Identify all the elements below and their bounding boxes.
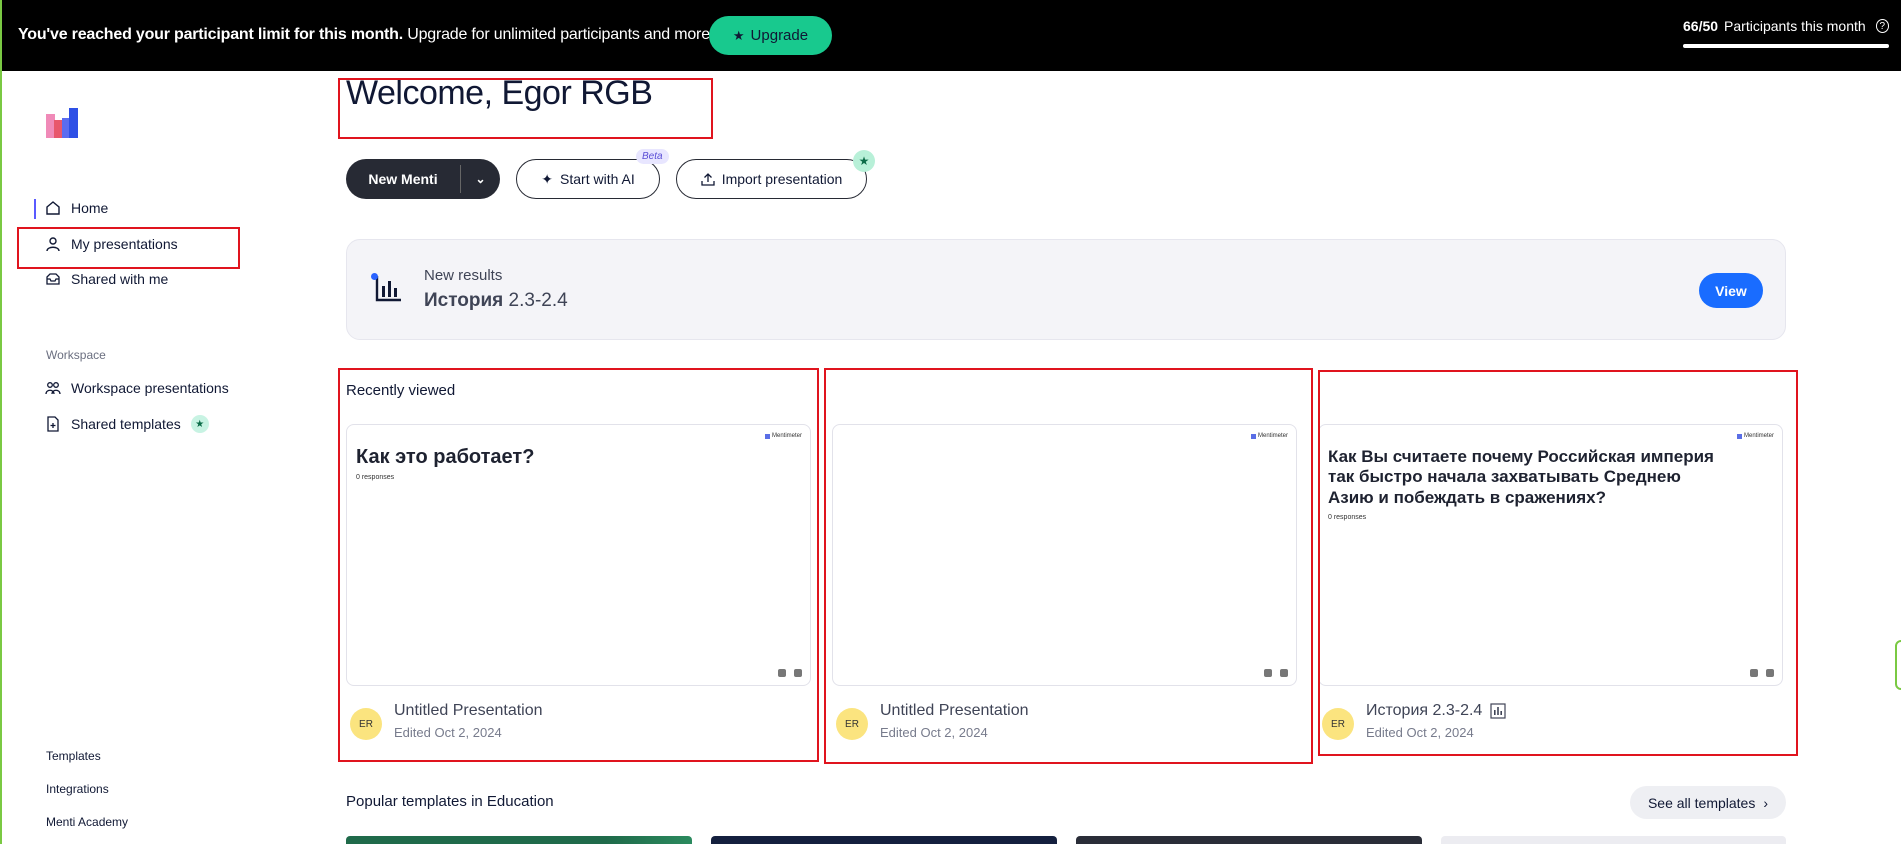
new-results-card[interactable]: New results История 2.3-2.4 View — [346, 239, 1786, 340]
person-icon — [794, 669, 802, 677]
avatar: ER — [350, 708, 382, 740]
import-presentation-label: Import presentation — [721, 171, 843, 187]
chevron-down-icon[interactable]: ⌄ — [461, 172, 500, 186]
workspace-heading: Workspace — [46, 348, 106, 362]
start-with-ai-label: Start with AI — [560, 171, 635, 187]
person-icon — [1280, 669, 1288, 677]
presentation-edited-date: Edited Oct 2, 2024 — [394, 725, 502, 740]
sidebar-item-shared-with-me[interactable]: Shared with me — [45, 271, 168, 287]
participant-limit-banner: You've reached your participant limit fo… — [2, 0, 1901, 71]
limit-count: 66/50 — [1683, 18, 1719, 34]
welcome-heading: Welcome, Egor RGB — [346, 74, 653, 112]
see-all-templates-button[interactable]: See all templates › — [1630, 786, 1786, 819]
sidebar-item-home[interactable]: Home — [45, 200, 108, 216]
import-presentation-button[interactable]: Import presentation — [676, 159, 867, 199]
template-card[interactable] — [1076, 836, 1422, 844]
results-chart-icon — [375, 276, 401, 302]
group-icon — [45, 382, 61, 395]
chevron-right-icon: › — [1763, 794, 1769, 811]
see-all-label: See all templates — [1647, 794, 1756, 811]
slide-question: Как Вы считаете почему Российская импери… — [1328, 447, 1728, 523]
presentation-edited-date: Edited Oct 2, 2024 — [880, 725, 988, 740]
home-icon — [46, 201, 60, 215]
popular-templates-heading: Popular templates in Education — [346, 793, 554, 810]
user-icon — [46, 237, 60, 252]
presentation-thumbnail[interactable]: Mentimeter Как это работает? 0 responses — [346, 424, 811, 686]
sidebar-item-shared-templates[interactable]: Shared templates ★ — [45, 415, 209, 433]
mentimeter-brand: Mentimeter — [1736, 433, 1774, 439]
help-icon[interactable]: ? — [1875, 19, 1889, 33]
presentation-edited-date: Edited Oct 2, 2024 — [1366, 725, 1474, 740]
template-card[interactable] — [1441, 836, 1786, 844]
results-label: New results — [424, 267, 503, 284]
limit-progress-bar — [1683, 44, 1889, 48]
sidebar-item-label: Home — [71, 200, 109, 216]
presentation-thumbnail[interactable]: Mentimeter Как Вы считаете почему Россий… — [1318, 424, 1783, 686]
avatar: ER — [836, 708, 868, 740]
template-card[interactable] — [346, 836, 692, 844]
banner-message: You've reached your participant limit fo… — [18, 26, 715, 43]
slide-responses: 0 responses — [356, 474, 395, 481]
feedback-tab[interactable] — [1895, 640, 1901, 690]
star-icon: ★ — [732, 27, 745, 43]
presentation-name: История 2.3-2.4 — [1366, 702, 1506, 720]
mentimeter-logo[interactable] — [46, 108, 78, 138]
presentation-card[interactable]: Mentimeter ER Untitled Presentation Edit… — [832, 424, 1297, 762]
sidebar-item-label: Shared templates — [71, 416, 181, 432]
start-with-ai-button[interactable]: ✦ Start with AI — [516, 159, 660, 199]
limit-label: Participants this month — [1724, 18, 1866, 34]
templates-link[interactable]: Templates — [46, 749, 101, 763]
sidebar-item-my-presentations[interactable]: My presentations — [45, 236, 178, 252]
upload-icon — [701, 173, 715, 186]
results-title: История 2.3-2.4 — [424, 290, 568, 311]
nav-active-indicator — [34, 199, 36, 219]
sidebar-item-label: Workspace presentations — [71, 380, 229, 396]
new-menti-button[interactable]: New Menti ⌄ — [346, 159, 500, 199]
presentation-name: Untitled Presentation — [394, 702, 543, 719]
template-card[interactable] — [711, 836, 1057, 844]
new-menti-label: New Menti — [368, 171, 438, 187]
results-chart-icon — [1490, 703, 1506, 719]
inbox-icon — [46, 273, 60, 285]
menti-academy-link[interactable]: Menti Academy — [46, 815, 128, 829]
slide-responses: 0 responses — [1328, 514, 1367, 522]
view-results-button[interactable]: View — [1699, 273, 1763, 308]
new-star-icon: ★ — [190, 415, 209, 433]
participant-limit: 66/50 Participants this month ? — [1683, 18, 1889, 48]
presentation-card[interactable]: Mentimeter Как это работает? 0 responses … — [346, 424, 811, 762]
new-indicator-dot — [371, 273, 378, 280]
star-icon: ★ — [853, 150, 875, 172]
mentimeter-brand: Mentimeter — [1250, 433, 1288, 439]
upgrade-label: Upgrade — [750, 27, 809, 44]
presentation-card[interactable]: Mentimeter Как Вы считаете почему Россий… — [1318, 424, 1783, 762]
presentation-thumbnail[interactable]: Mentimeter — [832, 424, 1297, 686]
template-icon — [47, 416, 59, 432]
upgrade-button[interactable]: ★ Upgrade — [709, 16, 832, 55]
people-icon — [1750, 669, 1758, 677]
sidebar-item-label: My presentations — [71, 236, 178, 252]
limit-progress-fill — [1683, 44, 1889, 48]
sidebar-item-label: Shared with me — [71, 271, 169, 287]
sparkle-icon: ✦ — [541, 170, 554, 187]
beta-badge: Beta — [636, 149, 669, 164]
integrations-link[interactable]: Integrations — [46, 782, 109, 796]
recently-viewed-heading: Recently viewed — [346, 382, 456, 399]
presentation-name: Untitled Presentation — [880, 702, 1029, 719]
people-icon — [778, 669, 786, 677]
person-icon — [1766, 669, 1774, 677]
avatar: ER — [1322, 708, 1354, 740]
mentimeter-brand: Mentimeter — [764, 433, 802, 439]
people-icon — [1264, 669, 1272, 677]
slide-question: Как это работает? 0 responses — [356, 447, 756, 482]
sidebar-item-workspace-presentations[interactable]: Workspace presentations — [45, 380, 229, 396]
